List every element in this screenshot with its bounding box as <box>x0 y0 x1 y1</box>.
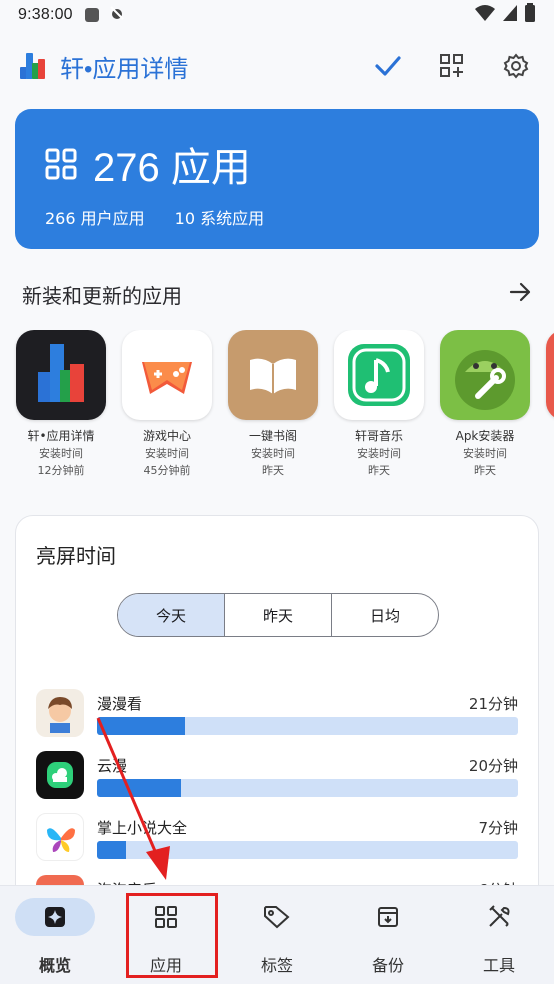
book-icon <box>228 330 318 420</box>
app-install-time: 12分钟前 <box>37 464 85 477</box>
app-install-label: 安装时间 <box>39 447 83 460</box>
manman-app-icon <box>36 689 84 737</box>
android-wrench-icon <box>440 330 530 420</box>
apps-summary-card[interactable]: 276 应用 266 用户应用 10 系统应用 <box>15 109 539 249</box>
notification-bug-icon <box>109 5 125 25</box>
app-bar: 轩•应用详情 <box>0 38 554 94</box>
usage-app-name: 云漫 <box>97 757 128 775</box>
usage-bar <box>97 717 518 735</box>
app-logo <box>20 53 46 79</box>
wifi-icon <box>474 4 496 26</box>
arrow-right-icon[interactable] <box>508 280 532 309</box>
battery-icon <box>524 3 536 27</box>
usage-row[interactable]: 掌上小说大全 7分钟 <box>36 813 518 863</box>
signal-icon <box>502 4 518 26</box>
check-icon[interactable] <box>370 48 406 84</box>
butterfly-app-icon <box>36 813 84 861</box>
screen-time-title: 亮屏时间 <box>36 544 116 568</box>
status-time: 9:38:00 <box>18 6 73 23</box>
recent-app-item[interactable]: 轩哥音乐 安装时间 昨天 <box>326 330 432 479</box>
usage-app-name: 漫漫看 <box>97 695 143 713</box>
gamepad-icon <box>122 330 212 420</box>
total-apps-count: 276 应用 <box>93 146 251 190</box>
add-widget-icon[interactable] <box>434 48 470 84</box>
nav-tags-label: 标签 <box>260 956 293 975</box>
status-bar: 9:38:00 <box>0 0 554 30</box>
tag-icon <box>237 898 317 936</box>
recent-app-item[interactable]: Apk安装器 安装时间 昨天 <box>432 330 538 479</box>
user-apps-count: 266 用户应用 <box>45 209 145 228</box>
system-apps-count: 10 系统应用 <box>174 209 265 228</box>
settings-icon[interactable] <box>498 48 534 84</box>
usage-app-name: 掌上小说大全 <box>97 819 188 837</box>
nav-overview-label: 概览 <box>38 956 71 975</box>
nav-backup-label: 备份 <box>371 956 404 975</box>
nav-overview[interactable]: 概览 <box>0 898 110 976</box>
app-name: 轩•应用详情 <box>27 429 95 443</box>
app-title: 轩•应用详情 <box>60 55 189 83</box>
sparkle-icon <box>15 898 95 936</box>
usage-duration: 7分钟 <box>478 819 518 837</box>
period-segmented-control: 今天 昨天 日均 <box>117 593 439 637</box>
notification-a-icon <box>84 8 99 22</box>
app-install-time: 45分钟前 <box>143 464 191 477</box>
archive-icon <box>348 898 428 936</box>
app-install-label: 安装时间 <box>463 447 507 460</box>
recent-app-item[interactable]: 轩•应用详情 安装时间 12分钟前 <box>8 330 114 479</box>
app-details-logo-icon <box>16 330 106 420</box>
recent-app-item[interactable]: 一键书阁 安装时间 昨天 <box>220 330 326 479</box>
yunman-app-icon <box>36 751 84 799</box>
app-name: Apk安装器 <box>455 429 515 443</box>
music-note-icon <box>334 330 424 420</box>
nav-tools-label: 工具 <box>482 956 515 975</box>
grid-icon <box>45 148 77 180</box>
tab-daily-average[interactable]: 日均 <box>331 594 438 636</box>
usage-row[interactable]: 漫漫看 21分钟 <box>36 689 518 739</box>
app-install-label: 安装时间 <box>145 447 189 460</box>
app-install-label: 安装时间 <box>357 447 401 460</box>
usage-duration: 20分钟 <box>468 757 518 775</box>
usage-row[interactable]: 云漫 20分钟 <box>36 751 518 801</box>
usage-bar <box>97 841 518 859</box>
usage-bar-fill <box>97 841 127 859</box>
app-name: 轩哥音乐 <box>354 429 403 443</box>
app-name: 游戏中心 <box>142 429 191 443</box>
highlight-box <box>126 893 218 978</box>
usage-bar-fill <box>97 779 182 797</box>
bottom-navigation: 概览 应用 标签 备份 工具 <box>0 885 554 984</box>
app-name: 一键书阁 <box>248 429 297 443</box>
app-install-time: 昨天 <box>368 464 390 477</box>
recent-apps-list: 轩•应用详情 安装时间 12分钟前 游戏中心 安装时间 45分钟前 一键书阁 安… <box>0 330 554 480</box>
nav-backup[interactable]: 备份 <box>333 898 443 976</box>
app-icon <box>546 330 554 420</box>
recent-app-item[interactable] <box>538 330 554 420</box>
screen-time-card: 亮屏时间 今天 昨天 日均 漫漫看 21分钟 云漫 20分钟 掌上小说大全 7分… <box>15 515 539 923</box>
app-install-label: 安装时间 <box>251 447 295 460</box>
recent-app-item[interactable]: 游戏中心 安装时间 45分钟前 <box>114 330 220 479</box>
app-install-time: 昨天 <box>262 464 284 477</box>
tools-icon <box>459 898 539 936</box>
nav-tags[interactable]: 标签 <box>222 898 332 976</box>
recent-apps-title: 新装和更新的应用 <box>22 284 182 308</box>
usage-bar-fill <box>97 717 186 735</box>
usage-bar <box>97 779 518 797</box>
app-install-time: 昨天 <box>474 464 496 477</box>
tab-yesterday[interactable]: 昨天 <box>224 594 331 636</box>
nav-tools[interactable]: 工具 <box>444 898 554 976</box>
tab-today[interactable]: 今天 <box>118 594 224 636</box>
usage-duration: 21分钟 <box>468 695 518 713</box>
recent-apps-header: 新装和更新的应用 <box>22 280 532 309</box>
